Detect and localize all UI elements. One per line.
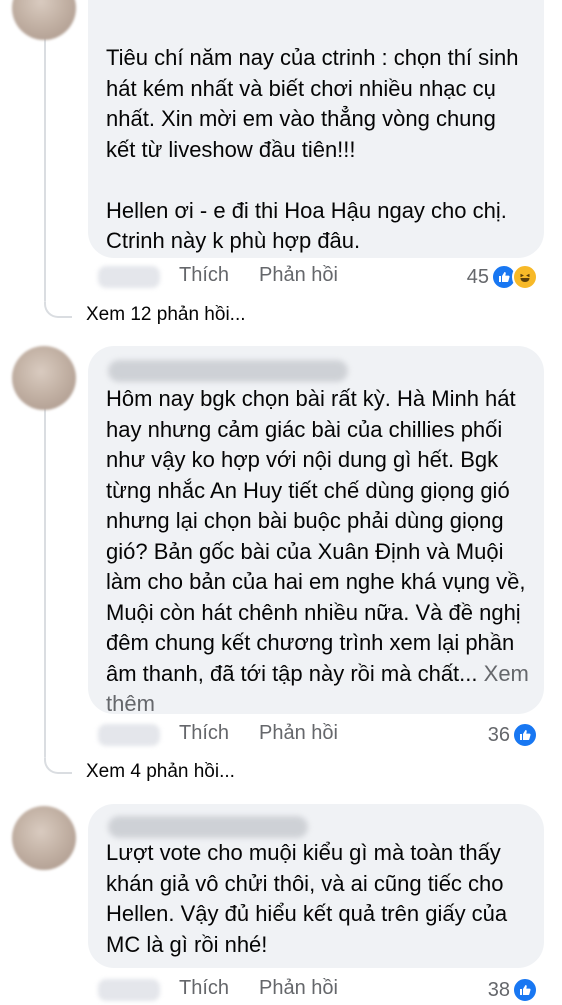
reply-button[interactable]: Phản hồi xyxy=(259,722,338,745)
avatar[interactable] xyxy=(12,0,76,40)
comment-text: Lượt vote cho muội kiểu gì mà toàn thấy … xyxy=(106,840,508,957)
timestamp[interactable] xyxy=(98,979,160,1001)
comment-bubble: Tiêu chí năm nay của ctrinh : chọn thí s… xyxy=(88,0,544,258)
haha-icon xyxy=(512,264,538,290)
reaction-count: 45 xyxy=(466,265,489,288)
timestamp[interactable] xyxy=(98,724,160,746)
avatar[interactable] xyxy=(12,806,76,870)
author-name[interactable] xyxy=(108,360,348,382)
comment-actions: Thích Phản hồi 45 xyxy=(88,262,548,292)
like-button[interactable]: Thích xyxy=(179,722,229,745)
thread-line xyxy=(44,30,46,302)
reply-button[interactable]: Phản hồi xyxy=(259,977,338,1000)
view-replies-link[interactable]: Xem 4 phản hồi... xyxy=(86,761,235,783)
thread-line xyxy=(44,394,46,758)
like-button[interactable]: Thích xyxy=(179,264,229,287)
thread-elbow xyxy=(44,302,72,318)
reaction-summary[interactable]: 45 xyxy=(467,264,538,290)
comment-actions: Thích Phản hồi 36 xyxy=(88,720,548,750)
view-replies-link[interactable]: Xem 12 phản hồi... xyxy=(86,304,246,326)
comment-bubble: Hôm nay bgk chọn bài rất kỳ. Hà Minh hát… xyxy=(88,346,544,716)
avatar[interactable] xyxy=(12,346,76,410)
author-name[interactable] xyxy=(108,816,308,838)
reply-button[interactable]: Phản hồi xyxy=(259,264,338,287)
reaction-summary[interactable]: 38 xyxy=(488,977,538,1003)
like-icon xyxy=(512,977,538,1003)
comment-text: Hôm nay bgk chọn bài rất kỳ. Hà Minh hát… xyxy=(106,384,530,720)
timestamp[interactable] xyxy=(98,266,160,288)
comment-bubble: Lượt vote cho muội kiểu gì mà toàn thấy … xyxy=(88,804,544,968)
like-icon xyxy=(512,722,538,748)
reaction-summary[interactable]: 36 xyxy=(488,722,538,748)
like-button[interactable]: Thích xyxy=(179,977,229,1000)
comment-text: Tiêu chí năm nay của ctrinh : chọn thí s… xyxy=(106,45,519,253)
reaction-count: 36 xyxy=(487,723,510,746)
thread-elbow xyxy=(44,758,72,774)
comment-actions: Thích Phản hồi 38 xyxy=(88,975,548,1005)
comment-body: Hôm nay bgk chọn bài rất kỳ. Hà Minh hát… xyxy=(106,386,526,686)
reaction-count: 38 xyxy=(487,978,510,1001)
